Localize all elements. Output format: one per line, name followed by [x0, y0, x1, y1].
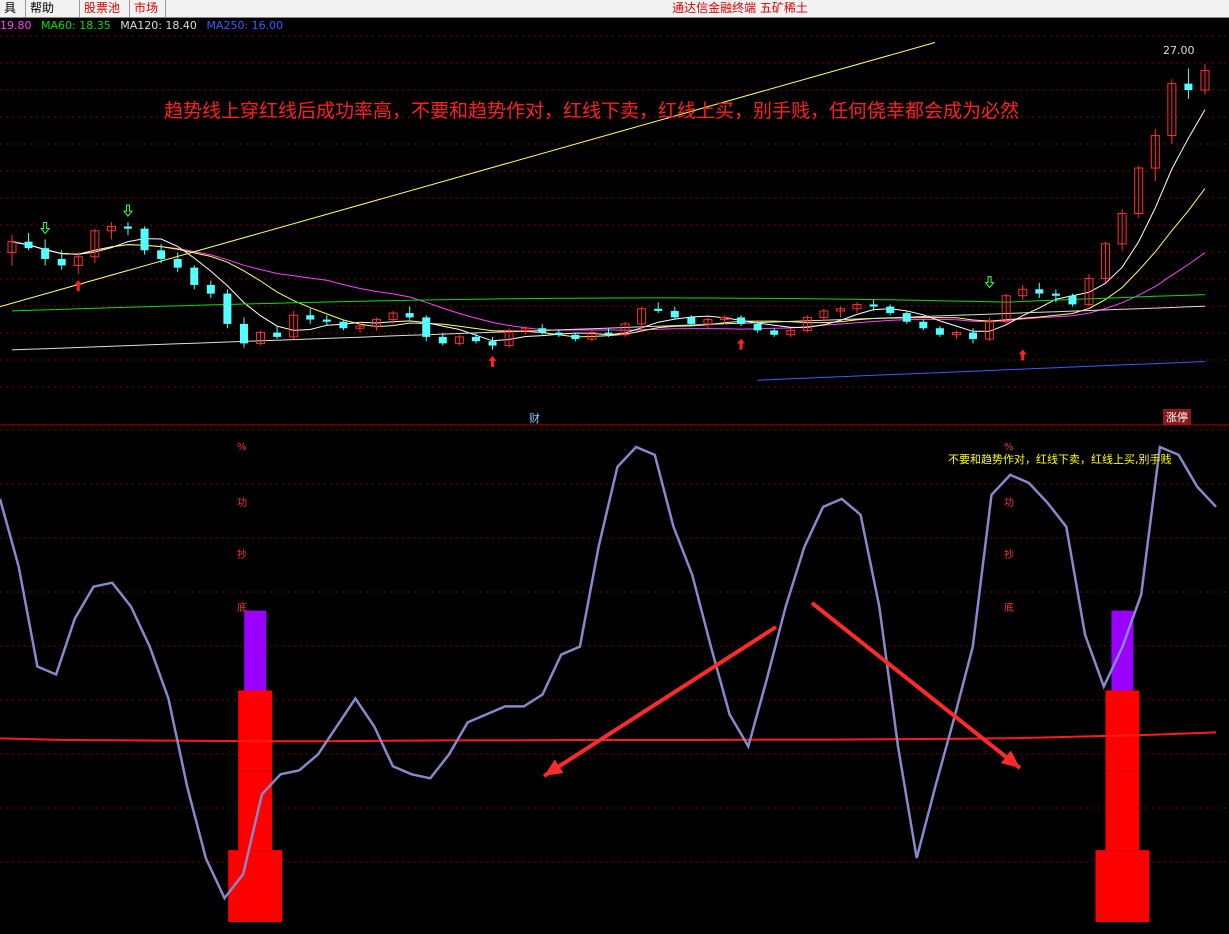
bottom-fishing-bars — [228, 610, 1150, 923]
sell-arrow-icon — [984, 276, 995, 289]
chart-headline: 趋势线上穿红线后成功率高，不要和趋势作对，红线下卖，红线上买，别手贱，任何侥幸都… — [164, 100, 1020, 122]
signal-bar — [244, 610, 267, 691]
annotation-arrow — [810, 601, 1022, 770]
sell-arrow-icon — [40, 221, 51, 235]
candle-body-down — [869, 304, 878, 307]
limit-up-marker: 涨停 — [1163, 409, 1191, 425]
candle-body-down — [140, 228, 149, 251]
candle-body-down — [206, 284, 215, 294]
candle-body-down — [571, 334, 580, 340]
ma120-line — [11, 305, 1206, 351]
candle-body-down — [422, 317, 431, 337]
candle-body-down — [339, 321, 348, 329]
candle-body-down — [438, 336, 447, 344]
candle-body-down — [173, 258, 182, 268]
ma250-line — [757, 361, 1206, 381]
candle-body-down — [604, 332, 613, 335]
arrow-head-icon — [544, 759, 564, 776]
ma60-line — [11, 294, 1206, 312]
chart-canvas — [0, 35, 1229, 923]
signal-bar — [1105, 690, 1140, 771]
price-label: 27.00 — [1163, 44, 1195, 57]
candle-body-down — [770, 330, 779, 335]
candle-body-down — [24, 241, 33, 249]
candle-body-down — [1068, 295, 1077, 305]
ma20-line — [11, 241, 1206, 331]
candle-body-down — [1184, 83, 1193, 91]
candle-body-down — [471, 336, 480, 342]
buy-arrow-icon — [1018, 349, 1027, 361]
candle-body-down — [935, 328, 944, 335]
candle-body-down — [488, 341, 497, 346]
signal-bar — [228, 850, 283, 923]
candle-body-down — [902, 313, 911, 322]
buy-sell-signal-arrows — [40, 204, 1027, 367]
main-chart-grid — [0, 35, 1229, 426]
signal-bar — [238, 690, 273, 771]
buy-arrow-icon — [488, 355, 497, 367]
bar-label-char: 底 — [1004, 603, 1014, 614]
bar-label-char: 抄 — [1004, 550, 1014, 561]
candle-body-down — [405, 313, 414, 318]
bar-label-char: 抄 — [237, 550, 247, 561]
candle-body-down — [223, 293, 232, 324]
candle-body-down — [41, 248, 50, 259]
bar-label-char: % — [1004, 442, 1014, 453]
bar-label-char: 底 — [237, 603, 247, 614]
candle-body-down — [1035, 289, 1044, 294]
candle-body-down — [919, 321, 928, 329]
candle-body-down — [190, 267, 199, 285]
candle-body-down — [57, 258, 66, 266]
candle-body-down — [737, 317, 746, 324]
trend-line — [0, 42, 936, 308]
candle-body-down — [687, 317, 696, 324]
oscillator-line — [0, 445, 1217, 901]
candle-body-down — [538, 328, 547, 333]
bar-label-char: 功 — [1004, 498, 1014, 509]
candle-body-down — [886, 306, 895, 314]
signal-bar — [238, 770, 273, 851]
candle-body-down — [654, 308, 663, 311]
candle-body-down — [157, 250, 166, 259]
bar-label-char: 功 — [237, 498, 247, 509]
candle-body-down — [554, 332, 563, 335]
oscillator-lines — [0, 445, 1217, 901]
candle-body-down — [670, 310, 679, 318]
moving-average-lines — [0, 42, 1206, 381]
candle-body-down — [123, 226, 132, 229]
signal-bar — [1105, 770, 1140, 851]
finance-marker: 财 — [529, 412, 540, 425]
buy-arrow-icon — [737, 338, 746, 350]
candle-body-down — [969, 332, 978, 340]
signal-bar — [1095, 850, 1150, 923]
bar-label-char: % — [237, 442, 247, 453]
candle-body-down — [753, 323, 762, 331]
sub-chart-note: 不要和趋势作对，红线下卖，红线上买,别手贱 — [948, 453, 1172, 466]
candle-body-down — [306, 315, 315, 320]
candle-body-down — [239, 323, 248, 344]
candle-body-down — [273, 332, 282, 337]
annotation-arrows — [542, 601, 1022, 778]
sub-chart-grid — [0, 429, 1229, 863]
candle-body-down — [322, 319, 331, 322]
candle-body-down — [1051, 293, 1060, 296]
sell-arrow-icon — [122, 204, 134, 217]
